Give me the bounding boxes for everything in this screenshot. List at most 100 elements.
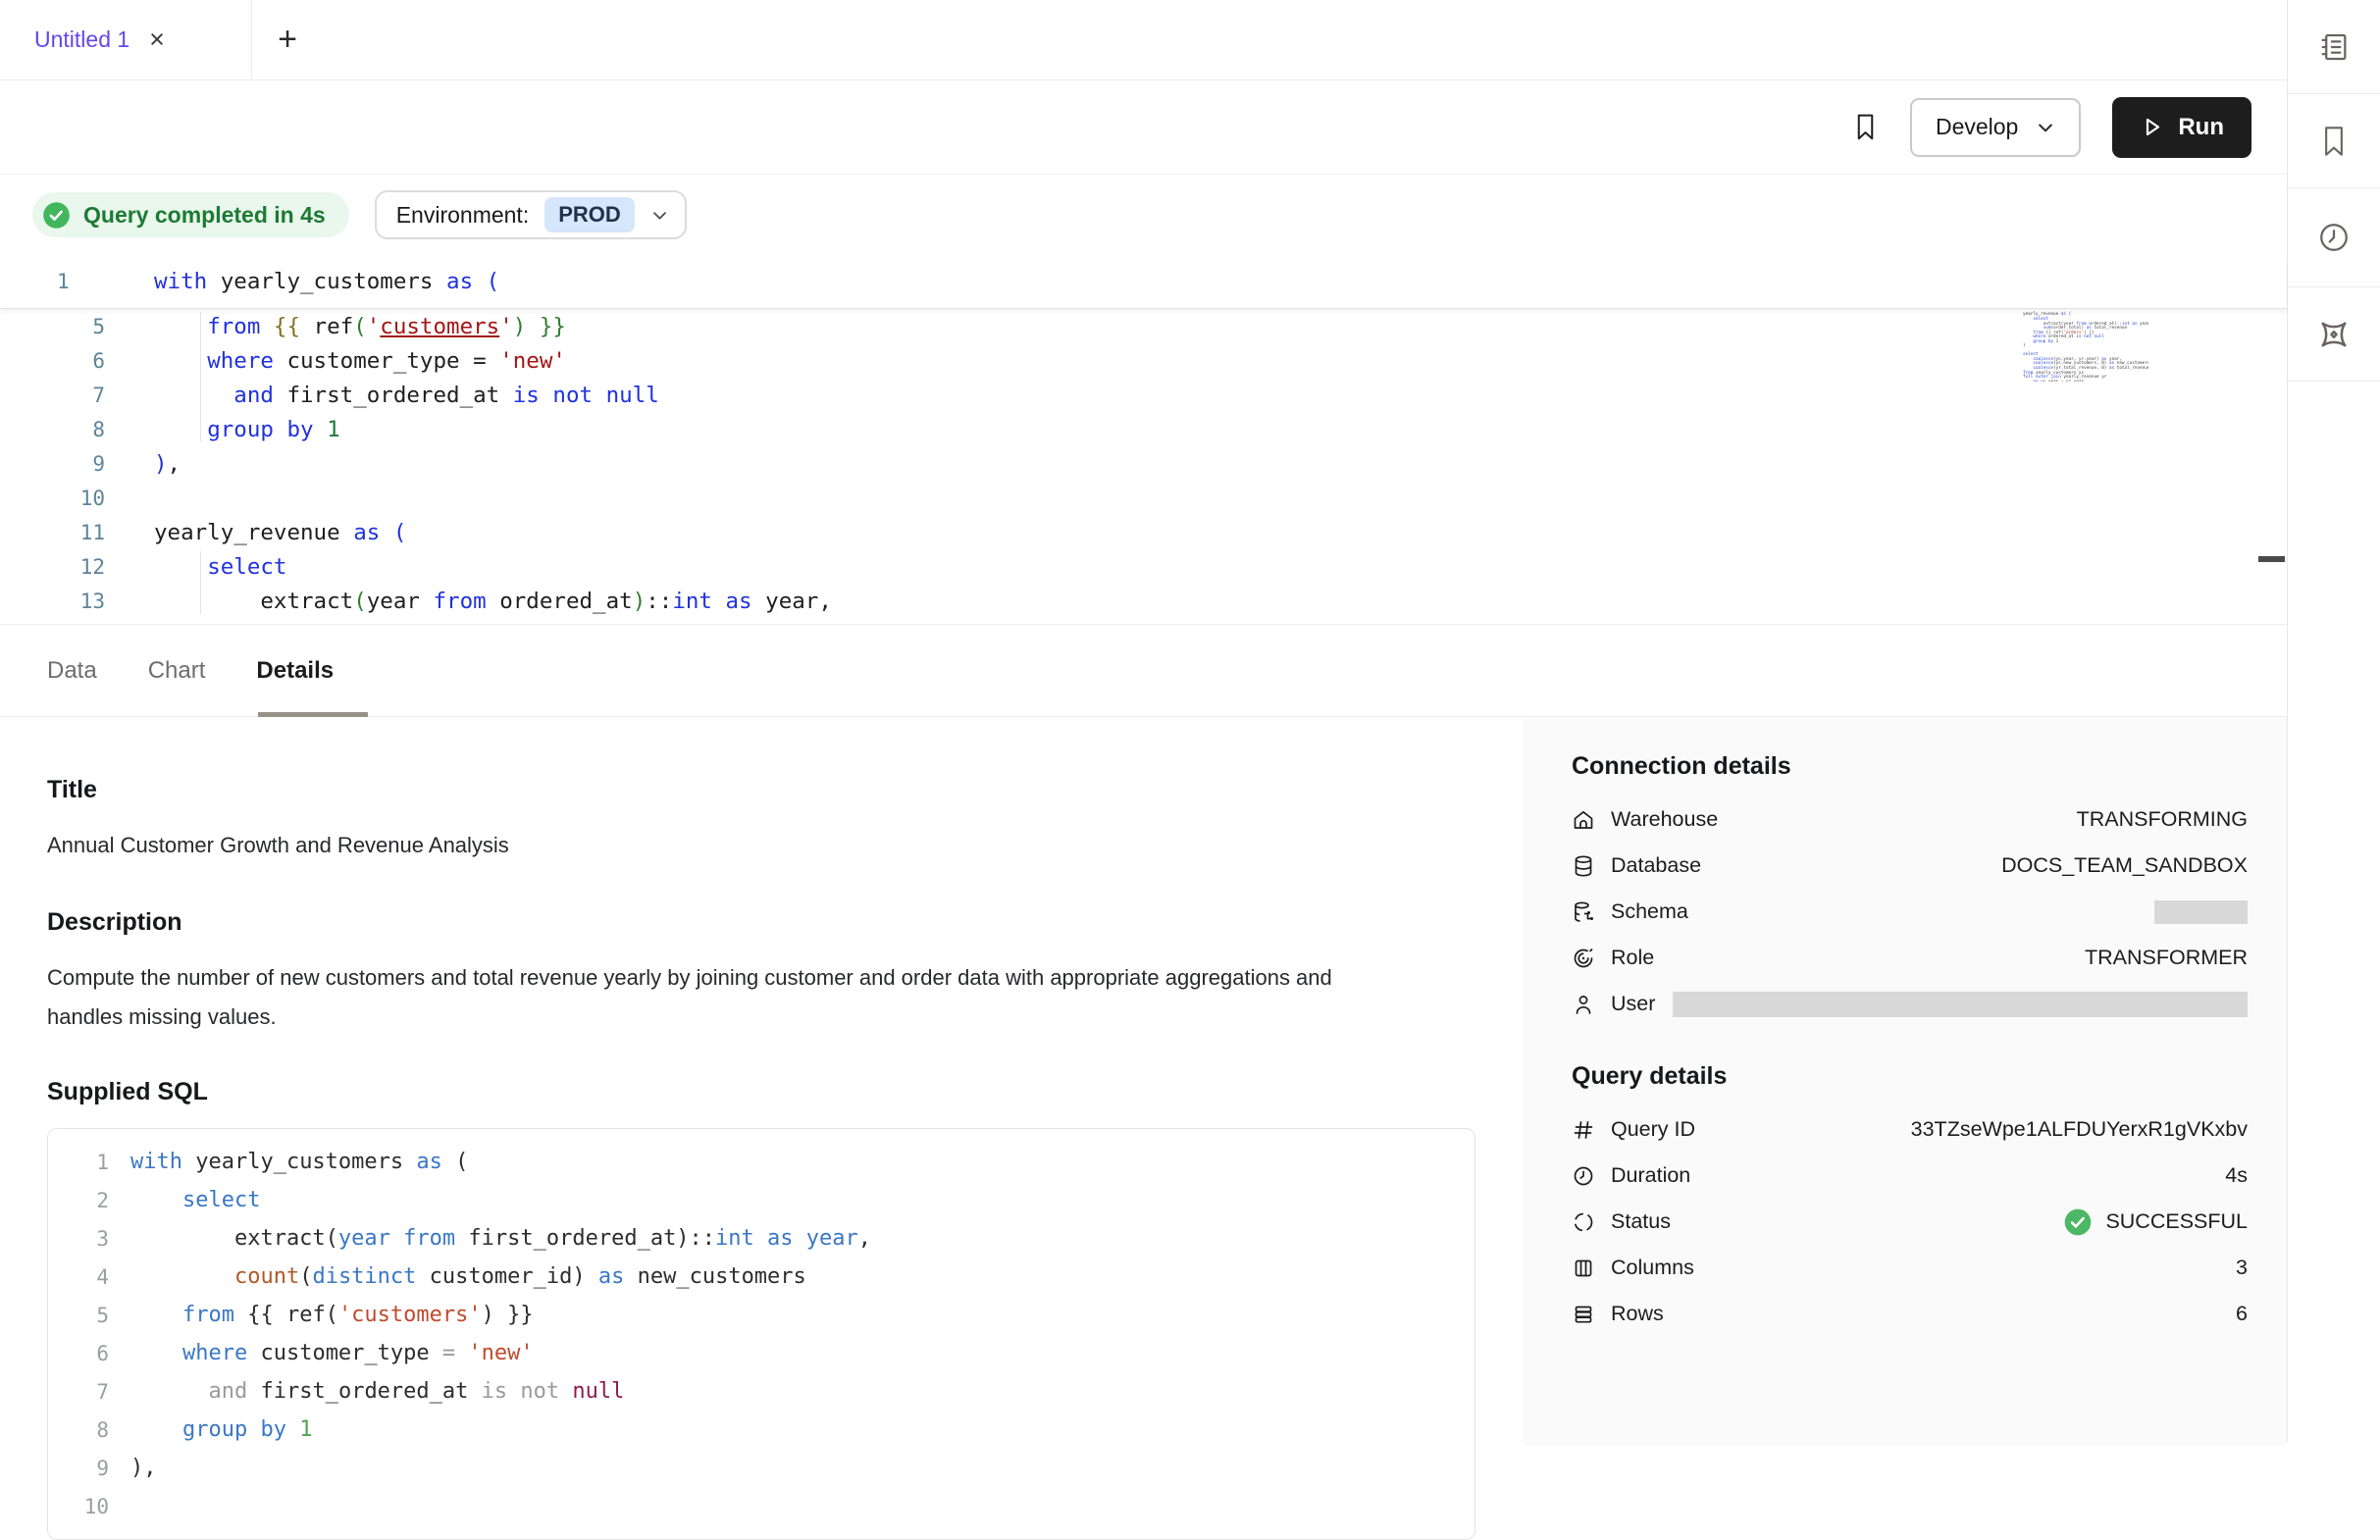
warehouse-icon [1572, 808, 1595, 832]
line-number: 1 [48, 1151, 109, 1174]
editor-line: 8 group by 1 [0, 412, 2287, 446]
code-line: from {{ ref('customers') }} [130, 1303, 534, 1327]
query-details-heading: Query details [1572, 1062, 2248, 1091]
sql-line: 6 where customer_type = 'new' [48, 1334, 1475, 1372]
code-line: group by 1 [130, 1417, 312, 1442]
result-tabs: Data Chart Details [0, 625, 2287, 717]
editor-sticky-line: 1 with yearly_customers as ( [0, 255, 2287, 309]
connection-row-database: Database DOCS_TEAM_SANDBOX [1572, 843, 2248, 889]
query-row-columns: Columns 3 [1572, 1245, 2248, 1291]
code-line: and first_ordered_at is not null [154, 383, 659, 408]
line-number: 6 [0, 349, 105, 373]
details-right-pane: Connection details Warehouse TRANSFORMIN… [1523, 717, 2287, 1446]
line-number: 12 [0, 555, 105, 579]
columns-icon [1572, 1257, 1595, 1280]
query-row-rows: Rows 6 [1572, 1291, 2248, 1337]
tab-untitled-1[interactable]: Untitled 1 × [0, 0, 252, 79]
code-line: and first_ordered_at is not null [130, 1379, 624, 1404]
sql-line: 1with yearly_customers as ( [48, 1143, 1475, 1181]
sidebar-semantic-layer-button[interactable] [2288, 287, 2380, 382]
supplied-sql-block: 1with yearly_customers as (2 select3 ext… [47, 1128, 1475, 1540]
description-heading: Description [47, 908, 1475, 937]
line-number: 8 [48, 1418, 109, 1442]
bookmark-icon[interactable] [1852, 113, 1879, 142]
tab-data[interactable]: Data [47, 657, 97, 685]
connection-row-schema: Schema [1572, 889, 2248, 935]
code-line: extract(year from ordered_at)::int as ye… [154, 589, 832, 614]
right-icon-sidebar [2287, 0, 2380, 1442]
chevron-down-icon [2036, 118, 2055, 137]
line-number: 5 [48, 1304, 109, 1327]
sql-editor[interactable]: 1 with yearly_customers as ( 5 from {{ r… [0, 255, 2287, 625]
line-number: 4 [48, 1265, 109, 1289]
scrollbar-thumb[interactable] [2258, 556, 2285, 562]
line-number: 11 [0, 521, 105, 544]
line-number: 7 [48, 1380, 109, 1404]
line-number: 3 [48, 1227, 109, 1251]
editor-line: 6 where customer_type = 'new' [0, 343, 2287, 378]
connection-row-warehouse: Warehouse TRANSFORMING [1572, 796, 2248, 843]
line-number: 5 [0, 315, 105, 338]
details-left-pane: Title Annual Customer Growth and Revenue… [0, 717, 1523, 1446]
line-number: 6 [48, 1342, 109, 1365]
status-spinner-icon [1572, 1210, 1595, 1234]
query-rows: Query ID 33TZseWpe1ALFDUYerxR1gVKxbv Dur… [1572, 1106, 2248, 1337]
environment-selector[interactable]: Environment: PROD [375, 190, 687, 239]
run-label: Run [2178, 114, 2224, 141]
code-line: extract(year from first_ordered_at)::int… [130, 1226, 871, 1251]
tab-details[interactable]: Details [256, 657, 334, 685]
run-button[interactable]: Run [2112, 97, 2251, 158]
query-status-pill: Query completed in 4s [32, 192, 349, 237]
code-line: with yearly_customers as ( [154, 269, 499, 294]
clock-icon [1572, 1164, 1595, 1188]
hash-icon [1572, 1118, 1595, 1142]
tab-title: Untitled 1 [34, 26, 129, 53]
query-row-id: Query ID 33TZseWpe1ALFDUYerxR1gVKxbv [1572, 1106, 2248, 1153]
sql-line: 3 extract(year from first_ordered_at)::i… [48, 1219, 1475, 1258]
schema-icon [1572, 900, 1595, 924]
sidebar-bookmarks-button[interactable] [2288, 94, 2380, 188]
line-number: 8 [0, 418, 105, 441]
code-line: where customer_type = 'new' [154, 348, 566, 374]
editor-tab-bar: Untitled 1 × + [0, 0, 2287, 80]
connection-details-heading: Connection details [1572, 752, 2248, 781]
code-line: count(distinct customer_id) as new_custo… [130, 1264, 806, 1289]
editor-lines: 5 from {{ ref('customers') }}6 where cus… [0, 309, 2287, 618]
supplied-sql-heading: Supplied SQL [47, 1078, 1475, 1106]
code-line: yearly_revenue as ( [154, 520, 406, 545]
environment-value-badge: PROD [544, 197, 635, 232]
develop-dropdown[interactable]: Develop [1910, 98, 2081, 157]
line-number: 1 [0, 270, 105, 293]
code-line: select [154, 554, 286, 580]
editor-line: 10 [0, 481, 2287, 515]
code-line: ), [154, 451, 181, 477]
tab-chart[interactable]: Chart [148, 657, 206, 685]
sql-line: 8 group by 1 [48, 1411, 1475, 1449]
query-row-status: Status SUCCESSFUL [1572, 1199, 2248, 1245]
line-number: 10 [48, 1495, 109, 1518]
redacted-value [1673, 992, 2248, 1017]
sql-line: 4 count(distinct customer_id) as new_cus… [48, 1258, 1475, 1296]
close-tab-icon[interactable]: × [149, 26, 165, 53]
line-number: 2 [48, 1189, 109, 1212]
main-area: Untitled 1 × + Develop Run Query complet… [0, 0, 2287, 1442]
indent-guide [200, 551, 201, 614]
sidebar-notebook-button[interactable] [2288, 0, 2380, 94]
editor-line: 12 select [0, 549, 2287, 584]
editor-line: 7 and first_ordered_at is not null [0, 378, 2287, 412]
status-value: SUCCESSFUL [2105, 1209, 2248, 1234]
editor-line: 11 yearly_revenue as ( [0, 515, 2287, 549]
sql-line: 5 from {{ ref('customers') }} [48, 1296, 1475, 1334]
chevron-down-icon [650, 206, 669, 225]
editor-line: 5 from {{ ref('customers') }} [0, 309, 2287, 343]
sql-line: 10 [48, 1487, 1475, 1525]
code-line: ), [130, 1456, 157, 1480]
history-clock-icon [2317, 221, 2351, 254]
new-tab-button[interactable]: + [252, 0, 323, 79]
sql-line: 9), [48, 1449, 1475, 1487]
line-number: 13 [0, 590, 105, 613]
connection-rows: Warehouse TRANSFORMING Database DOCS_TEA… [1572, 796, 2248, 1027]
status-row: Query completed in 4s Environment: PROD [0, 175, 2287, 255]
sidebar-history-button[interactable] [2288, 188, 2380, 287]
query-status-text: Query completed in 4s [83, 202, 326, 229]
